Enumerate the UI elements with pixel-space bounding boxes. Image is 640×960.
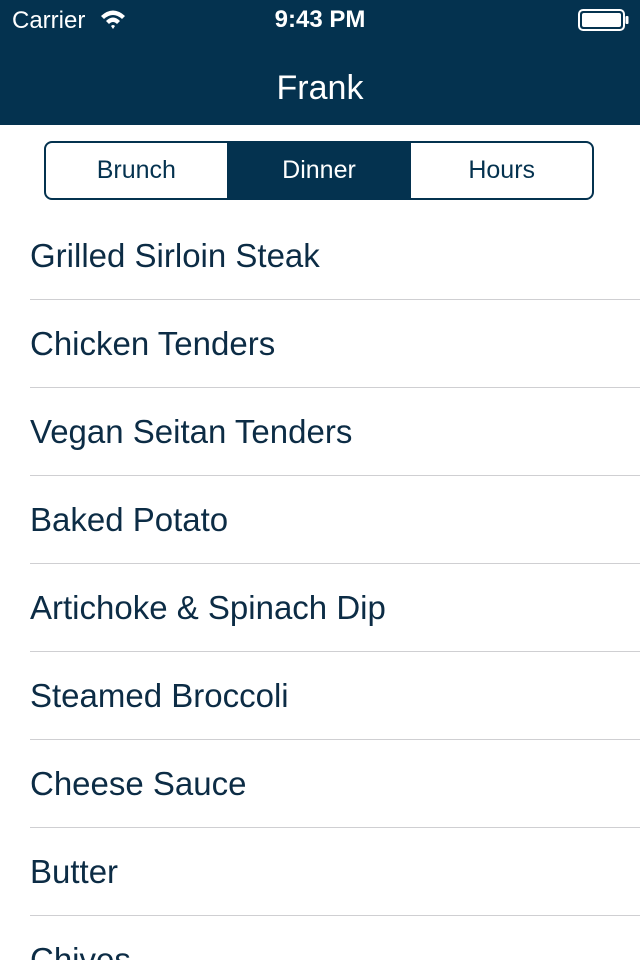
list-item[interactable]: Steamed Broccoli	[0, 652, 640, 740]
list-item-label: Cheese Sauce	[30, 765, 247, 802]
app-screen: Carrier 9:43 PM Frank Brunch Dinner Hour…	[0, 0, 640, 960]
list-item[interactable]: Chives	[0, 916, 640, 960]
list-item-label: Baked Potato	[30, 501, 229, 538]
segment-hours[interactable]: Hours	[409, 143, 592, 198]
status-bar: Carrier 9:43 PM	[0, 0, 640, 40]
page-title: Frank	[276, 69, 364, 107]
list-item[interactable]: Butter	[0, 828, 640, 916]
meal-segmented-control: Brunch Dinner Hours	[44, 141, 594, 200]
status-time: 9:43 PM	[274, 6, 366, 33]
list-item[interactable]: Chicken Tenders	[0, 300, 640, 388]
battery-icon	[578, 9, 629, 31]
list-item[interactable]: Artichoke & Spinach Dip	[0, 564, 640, 652]
list-item-label: Vegan Seitan Tenders	[30, 413, 353, 450]
navigation-header: Carrier 9:43 PM Frank	[0, 0, 640, 125]
list-item[interactable]: Cheese Sauce	[0, 740, 640, 828]
list-item-label: Artichoke & Spinach Dip	[30, 589, 386, 626]
list-item-label: Butter	[30, 853, 119, 890]
list-item-label: Chicken Tenders	[30, 325, 276, 362]
list-item-label: Steamed Broccoli	[30, 677, 289, 714]
list-item-label: Chives	[30, 941, 131, 960]
list-item[interactable]: Baked Potato	[0, 476, 640, 564]
list-item-label: Grilled Sirloin Steak	[30, 237, 320, 274]
list-item[interactable]: Grilled Sirloin Steak	[0, 212, 640, 300]
menu-list: Grilled Sirloin Steak Chicken Tenders Ve…	[0, 212, 640, 960]
segment-brunch[interactable]: Brunch	[46, 143, 227, 198]
segment-dinner[interactable]: Dinner	[226, 143, 410, 198]
list-item[interactable]: Vegan Seitan Tenders	[0, 388, 640, 476]
